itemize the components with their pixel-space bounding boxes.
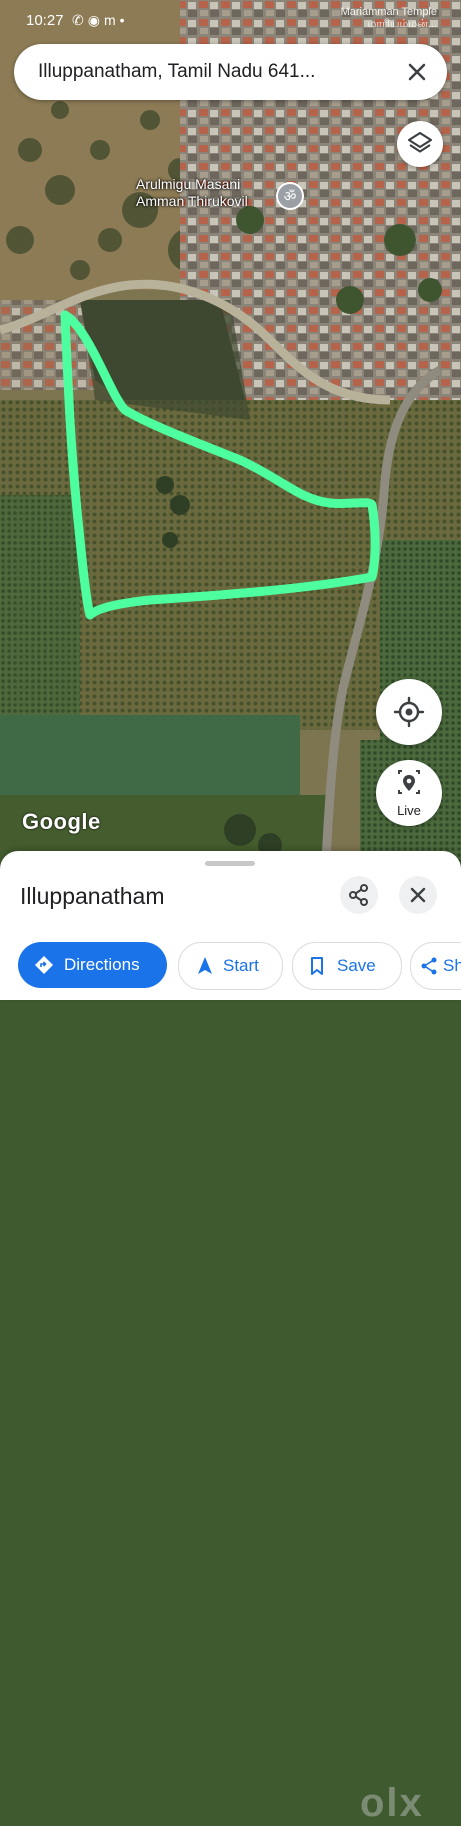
messenger-icon: ◉ — [87, 12, 104, 28]
directions-icon — [35, 956, 53, 974]
satellite-map[interactable] — [0, 0, 461, 880]
bookmark-icon — [311, 957, 323, 975]
share-chip[interactable]: Sh — [410, 942, 461, 990]
layers-button[interactable] — [397, 121, 443, 167]
status-bar: 10:27 ✆◉m• Mariamman Temple மாரியம்மன்..… — [0, 0, 461, 38]
m-icon: m — [103, 12, 120, 28]
place-title: Illuppanatham — [20, 883, 165, 909]
navigation-arrow-icon — [198, 957, 212, 974]
share-button[interactable] — [340, 876, 378, 914]
close-icon[interactable] — [403, 58, 431, 86]
layers-icon — [407, 131, 433, 153]
search-query[interactable]: Illuppanatham, Tamil Nadu 641... — [38, 61, 315, 83]
save-button[interactable]: Save — [292, 942, 402, 990]
live-view-icon — [398, 770, 420, 794]
status-time: 10:27 — [26, 12, 64, 29]
share-icon — [349, 884, 368, 906]
live-view-button[interactable]: Live — [376, 760, 442, 826]
place-bottom-sheet[interactable]: Illuppanatham Directions Start Save Sh o… — [0, 851, 461, 1825]
olx-watermark: olx — [360, 1781, 424, 1825]
poi-label[interactable]: Arulmigu Masani Amman Thirukovil — [136, 176, 248, 210]
status-overlay-text: Mariamman Temple மாரியம்மன்... — [340, 6, 437, 30]
live-label: Live — [397, 803, 421, 818]
dot-icon: • — [119, 12, 129, 28]
notification-icons: ✆◉m• — [72, 12, 129, 29]
satellite-imagery — [0, 0, 461, 880]
sheet-drag-handle[interactable] — [205, 861, 255, 866]
whatsapp-icon: ✆ — [72, 12, 88, 28]
my-location-icon — [393, 696, 425, 728]
start-button[interactable]: Start — [178, 942, 283, 990]
google-logo: Google — [22, 809, 101, 834]
om-icon[interactable]: ॐ — [276, 182, 304, 210]
close-sheet-button[interactable] — [399, 876, 437, 914]
search-bar[interactable]: Illuppanatham, Tamil Nadu 641... — [14, 44, 447, 100]
close-icon — [410, 887, 426, 903]
my-location-button[interactable] — [376, 679, 442, 745]
directions-button[interactable]: Directions — [18, 942, 167, 988]
share-icon — [421, 957, 437, 975]
